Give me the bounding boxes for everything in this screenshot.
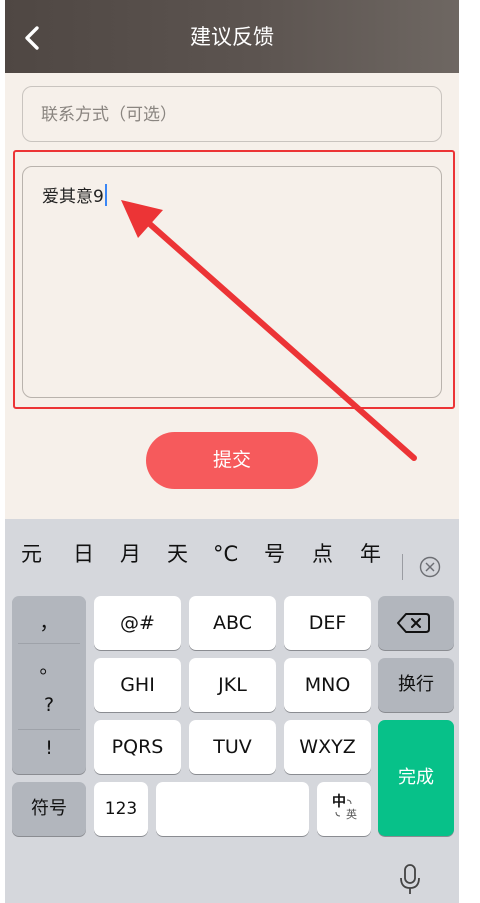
divider bbox=[18, 729, 80, 730]
backspace-icon bbox=[397, 613, 430, 633]
candidate-item[interactable]: 号 bbox=[264, 539, 285, 569]
collapse-circle-x-icon[interactable] bbox=[419, 556, 441, 578]
key-mno[interactable]: MNO bbox=[284, 658, 371, 712]
key-def[interactable]: DEF bbox=[284, 596, 371, 650]
punctuation-column: ， 。 ? ! bbox=[12, 596, 86, 774]
symbol-key[interactable]: 符号 bbox=[12, 782, 86, 836]
microphone-icon[interactable] bbox=[398, 863, 422, 897]
key-symbols-at[interactable]: @# bbox=[94, 596, 181, 650]
newline-key[interactable]: 换行 bbox=[378, 658, 454, 712]
backspace-key[interactable] bbox=[378, 596, 454, 650]
key-tuv[interactable]: TUV bbox=[189, 720, 276, 774]
key-abc[interactable]: ABC bbox=[189, 596, 276, 650]
candidate-item[interactable]: 月 bbox=[120, 539, 141, 569]
candidate-item[interactable]: 元 bbox=[21, 539, 42, 569]
switch-arc-icon bbox=[335, 799, 352, 817]
key-comma[interactable]: ， bbox=[12, 608, 86, 635]
divider bbox=[18, 643, 80, 644]
key-jkl[interactable]: JKL bbox=[189, 658, 276, 712]
key-question[interactable]: ? bbox=[12, 694, 86, 716]
done-key[interactable]: 完成 bbox=[378, 720, 454, 836]
key-pqrs[interactable]: PQRS bbox=[94, 720, 181, 774]
candidate-bar: 元 日 月 天 °C 号 点 年 bbox=[5, 519, 459, 591]
app-screen: 建议反馈 联系方式（可选） 爱其意9 提交 元 日 月 天 °C 号 点 年 ，… bbox=[5, 0, 459, 903]
space-key[interactable] bbox=[156, 782, 309, 836]
key-ghi[interactable]: GHI bbox=[94, 658, 181, 712]
candidate-item[interactable]: 天 bbox=[167, 539, 188, 569]
candidate-item[interactable]: 日 bbox=[73, 539, 94, 569]
candidate-separator bbox=[402, 554, 403, 580]
keyboard: 元 日 月 天 °C 号 点 年 ， 。 ? ! @# ABC DEF GHI … bbox=[5, 519, 459, 903]
key-period[interactable]: 。 bbox=[12, 652, 86, 679]
key-wxyz[interactable]: WXYZ bbox=[284, 720, 371, 774]
candidate-item[interactable]: °C bbox=[213, 539, 238, 569]
language-switch-key[interactable]: 中 英 bbox=[317, 782, 371, 836]
key-exclaim[interactable]: ! bbox=[12, 737, 86, 759]
candidate-item[interactable]: 点 bbox=[312, 539, 333, 569]
candidate-item[interactable]: 年 bbox=[360, 539, 381, 569]
numeric-key[interactable]: 123 bbox=[94, 782, 148, 836]
